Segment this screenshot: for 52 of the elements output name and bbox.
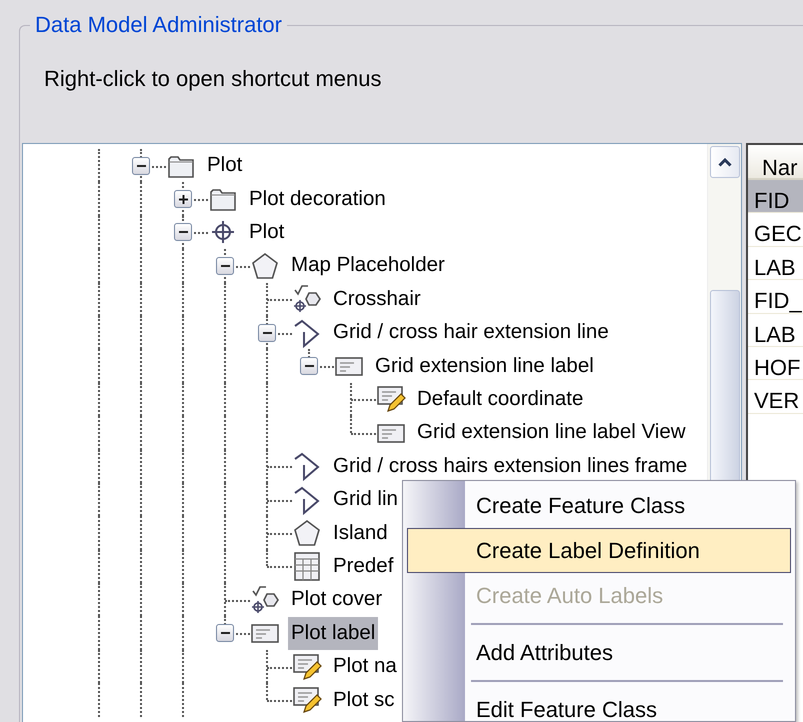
pentagon-icon bbox=[250, 250, 280, 281]
minus-icon bbox=[220, 264, 230, 267]
collapse-toggle[interactable] bbox=[216, 624, 234, 642]
minus-icon bbox=[136, 164, 146, 167]
tree-item[interactable]: Grid extension line label View bbox=[414, 416, 689, 450]
symbol-icon bbox=[292, 284, 322, 314]
list-row[interactable]: LAB bbox=[748, 246, 803, 280]
list-row[interactable]: FID_ bbox=[748, 280, 803, 314]
tree-item[interactable]: Grid / cross hair extension line bbox=[330, 316, 612, 350]
tree-item[interactable]: Plot na bbox=[330, 650, 400, 683]
menu-item[interactable]: Edit Feature Class bbox=[407, 687, 791, 721]
polyline-icon bbox=[292, 318, 322, 348]
minus-icon bbox=[304, 365, 314, 368]
collapse-toggle[interactable] bbox=[258, 324, 276, 342]
list-row[interactable]: FID bbox=[748, 180, 803, 214]
minus-icon bbox=[220, 632, 230, 634]
menu-item[interactable]: Add Attributes bbox=[407, 630, 791, 675]
polyline-icon bbox=[292, 484, 322, 515]
pentagon-icon bbox=[292, 518, 322, 548]
collapse-toggle[interactable] bbox=[300, 357, 318, 376]
minus-icon bbox=[262, 332, 272, 334]
list-row[interactable]: HOF bbox=[748, 346, 803, 380]
collapse-toggle[interactable] bbox=[174, 223, 192, 242]
tree-item[interactable]: Crosshair bbox=[330, 282, 424, 316]
tree-item[interactable]: Plot cover bbox=[288, 583, 386, 616]
table-icon bbox=[292, 551, 322, 582]
list-row[interactable]: LAB bbox=[748, 314, 803, 347]
tree-item[interactable]: Grid lin bbox=[330, 483, 401, 516]
tree-item[interactable]: Grid / cross hairs extension lines frame bbox=[330, 450, 690, 483]
tree-item[interactable]: Map Placeholder bbox=[288, 249, 448, 282]
menu-item[interactable]: Create Feature Class bbox=[407, 483, 791, 528]
polyline-icon bbox=[292, 451, 322, 482]
tree-item[interactable]: Plot sc bbox=[330, 684, 398, 716]
minus-icon bbox=[178, 231, 188, 234]
tree-item[interactable]: Island bbox=[330, 516, 391, 550]
scroll-up-button[interactable] bbox=[710, 146, 740, 178]
tree-item[interactable]: Plot bbox=[204, 149, 246, 182]
plus-icon bbox=[178, 194, 188, 204]
tree-item[interactable]: Plot label bbox=[288, 616, 378, 650]
tree-item[interactable]: Predef bbox=[330, 550, 396, 583]
hint-text: Right-click to open shortcut menus bbox=[44, 66, 382, 91]
list-row[interactable]: GEC bbox=[748, 213, 803, 247]
collapse-toggle[interactable] bbox=[216, 256, 234, 275]
expand-toggle[interactable] bbox=[174, 190, 192, 208]
symbol-icon bbox=[250, 584, 280, 615]
tree-item[interactable]: Grid extension line label bbox=[372, 350, 597, 382]
list-row[interactable]: VER bbox=[748, 380, 803, 414]
tree-item[interactable]: Plot bbox=[246, 216, 288, 249]
tree-item[interactable]: Plot decoration bbox=[246, 182, 389, 216]
tree-item[interactable]: Default coordinate bbox=[414, 383, 586, 416]
collapse-toggle[interactable] bbox=[132, 156, 150, 175]
menu-item[interactable]: Create Label Definition bbox=[407, 528, 791, 573]
